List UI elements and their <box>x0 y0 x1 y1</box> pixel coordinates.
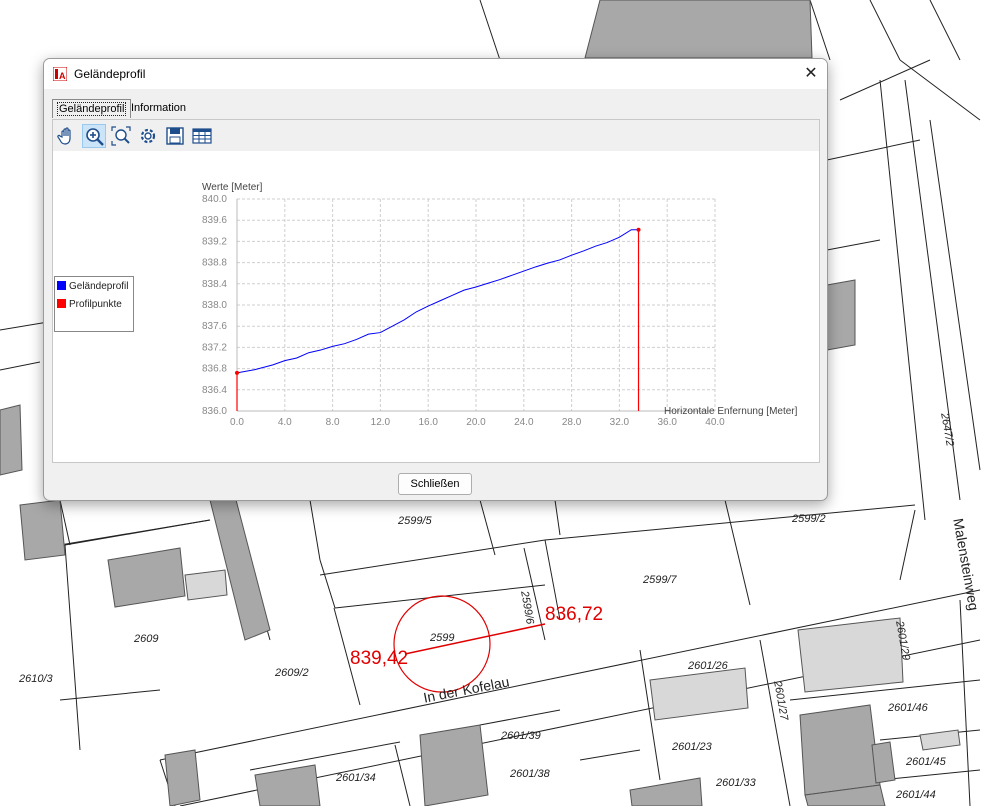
elevation-start-label: 839,42 <box>350 648 409 669</box>
x-tick-label: 24.0 <box>514 417 534 428</box>
x-tick-label: 12.0 <box>371 417 391 428</box>
x-tick-label: 16.0 <box>418 417 438 428</box>
y-tick-label: 836.0 <box>202 406 227 417</box>
parcel-label: 2601/45 <box>906 756 946 768</box>
parcel-label: 2601/34 <box>336 772 376 784</box>
zoom-extent-icon[interactable] <box>109 124 133 148</box>
parcel-label: 2601/46 <box>888 702 928 714</box>
parcel-label: 2601/44 <box>896 789 936 801</box>
parcel-label: 2599 <box>430 632 455 644</box>
profile-panel: Geländeprofil Profilpunkte 0.0 4.0 8.0 12.0… <box>52 119 820 463</box>
svg-text:A: A <box>59 71 66 81</box>
x-tick-label: 8.0 <box>326 417 340 428</box>
y-tick-label: 836.4 <box>202 385 227 396</box>
app-icon: A <box>53 67 67 81</box>
parcel-label: 2601/39 <box>501 730 541 742</box>
y-tick-label: 838.8 <box>202 258 227 269</box>
tab-information[interactable]: Information <box>127 99 190 117</box>
y-tick-label: 837.2 <box>202 342 227 353</box>
x-tick-label: 28.0 <box>562 417 582 428</box>
x-tick-label: 40.0 <box>705 417 725 428</box>
profile-point <box>235 370 239 375</box>
parcel-label: 2610/3 <box>19 673 53 685</box>
parcel-label: 2599/2 <box>792 513 826 525</box>
y-tick-label: 837.6 <box>202 321 227 332</box>
parcel-label: 2601/38 <box>510 768 550 780</box>
dialog-title: Geländeprofil <box>74 67 146 81</box>
y-tick-label: 838.4 <box>202 279 227 290</box>
terrain-profile-dialog: A Geländeprofil ✕ Geländeprofil Informat… <box>43 58 828 501</box>
y-tick-label: 836.8 <box>202 364 227 375</box>
parcel-label: 2599/7 <box>643 574 677 586</box>
x-tick-label: 32.0 <box>610 417 630 428</box>
pan-hand-icon[interactable] <box>55 124 79 148</box>
tab-terrain-profile[interactable]: Geländeprofil <box>52 99 132 118</box>
table-icon[interactable] <box>190 124 214 148</box>
close-button[interactable]: ✕ <box>795 59 827 89</box>
parcel-label: 2601/26 <box>688 660 728 672</box>
y-tick-label: 840.0 <box>202 194 227 205</box>
x-tick-label: 20.0 <box>466 417 486 428</box>
zoom-in-icon[interactable] <box>82 124 106 148</box>
title-bar[interactable]: A Geländeprofil ✕ <box>44 59 827 89</box>
profile-chart[interactable]: 0.0 4.0 8.0 12.0 16.0 20.0 24.0 28.0 32.0 36.0 40.… <box>53 151 819 462</box>
y-tick-label: 838.0 <box>202 300 227 311</box>
tab-label: Geländeprofil <box>57 102 127 116</box>
parcel-label: 2599/5 <box>398 515 432 527</box>
y-tick-label: 839.6 <box>202 215 227 226</box>
profile-point <box>636 227 641 232</box>
series-line-terrain <box>236 229 639 374</box>
elevation-end-label: 836,72 <box>545 604 604 625</box>
parcel-label: 2609/2 <box>275 667 309 679</box>
x-tick-label: 4.0 <box>278 417 292 428</box>
settings-gear-icon[interactable] <box>136 124 160 148</box>
x-tick-label: 36.0 <box>657 417 677 428</box>
x-tick-label: 0.0 <box>230 417 244 428</box>
parcel-label: 2601/33 <box>716 777 756 789</box>
parcel-label: 2601/23 <box>672 741 712 753</box>
y-axis-label: Werte [Meter] <box>202 182 263 193</box>
y-tick-label: 839.2 <box>202 236 227 247</box>
save-floppy-icon[interactable] <box>163 124 187 148</box>
tab-label: Information <box>131 102 187 114</box>
x-axis-label: Horizontale Enfernung [Meter] <box>664 406 798 417</box>
parcel-label: 2609 <box>134 633 159 645</box>
chart-toolbar <box>53 120 819 151</box>
close-dialog-button[interactable]: Schließen <box>398 473 472 495</box>
